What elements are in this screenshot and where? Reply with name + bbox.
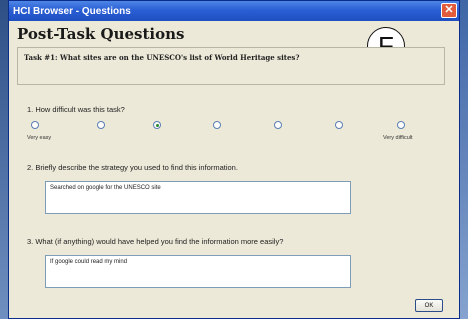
question-1-label: 1. How difficult was this task?	[27, 105, 125, 114]
helpful-textarea[interactable]: If google could read my mind	[45, 255, 351, 288]
scale-low-label: Very easy	[27, 135, 52, 141]
difficulty-option-3[interactable]	[153, 121, 161, 129]
difficulty-option-5[interactable]	[274, 121, 282, 129]
background-left	[0, 0, 8, 319]
difficulty-option-6[interactable]	[335, 121, 343, 129]
close-button[interactable]: ✕	[441, 3, 457, 18]
difficulty-option-2[interactable]	[97, 121, 105, 129]
difficulty-option-1[interactable]	[31, 121, 39, 129]
helpful-answer-text: If google could read my mind	[50, 259, 128, 265]
background-right	[460, 0, 468, 319]
question-3-label: 3. What (if anything) would have helped …	[27, 237, 284, 246]
close-icon: ✕	[444, 4, 454, 16]
questions-window: HCI Browser - Questions ✕ Post-Task Ques…	[8, 0, 460, 319]
difficulty-scale	[31, 121, 439, 133]
scale-high-label: Very difficult	[383, 135, 413, 141]
task-box: Task #1: What sites are on the UNESCO's …	[17, 47, 445, 85]
strategy-textarea[interactable]: Searched on google for the UNESCO site	[45, 181, 351, 214]
title-bar[interactable]: HCI Browser - Questions ✕	[9, 1, 459, 21]
task-text: Task #1: What sites are on the UNESCO's …	[24, 53, 300, 62]
strategy-answer-text: Searched on google for the UNESCO site	[50, 185, 161, 191]
page-title: Post-Task Questions	[17, 25, 185, 43]
window-title: HCI Browser - Questions	[13, 5, 131, 17]
difficulty-option-7[interactable]	[397, 121, 405, 129]
difficulty-option-4[interactable]	[213, 121, 221, 129]
question-2-label: 2. Briefly describe the strategy you use…	[27, 163, 238, 172]
ok-button[interactable]: OK	[415, 299, 443, 312]
